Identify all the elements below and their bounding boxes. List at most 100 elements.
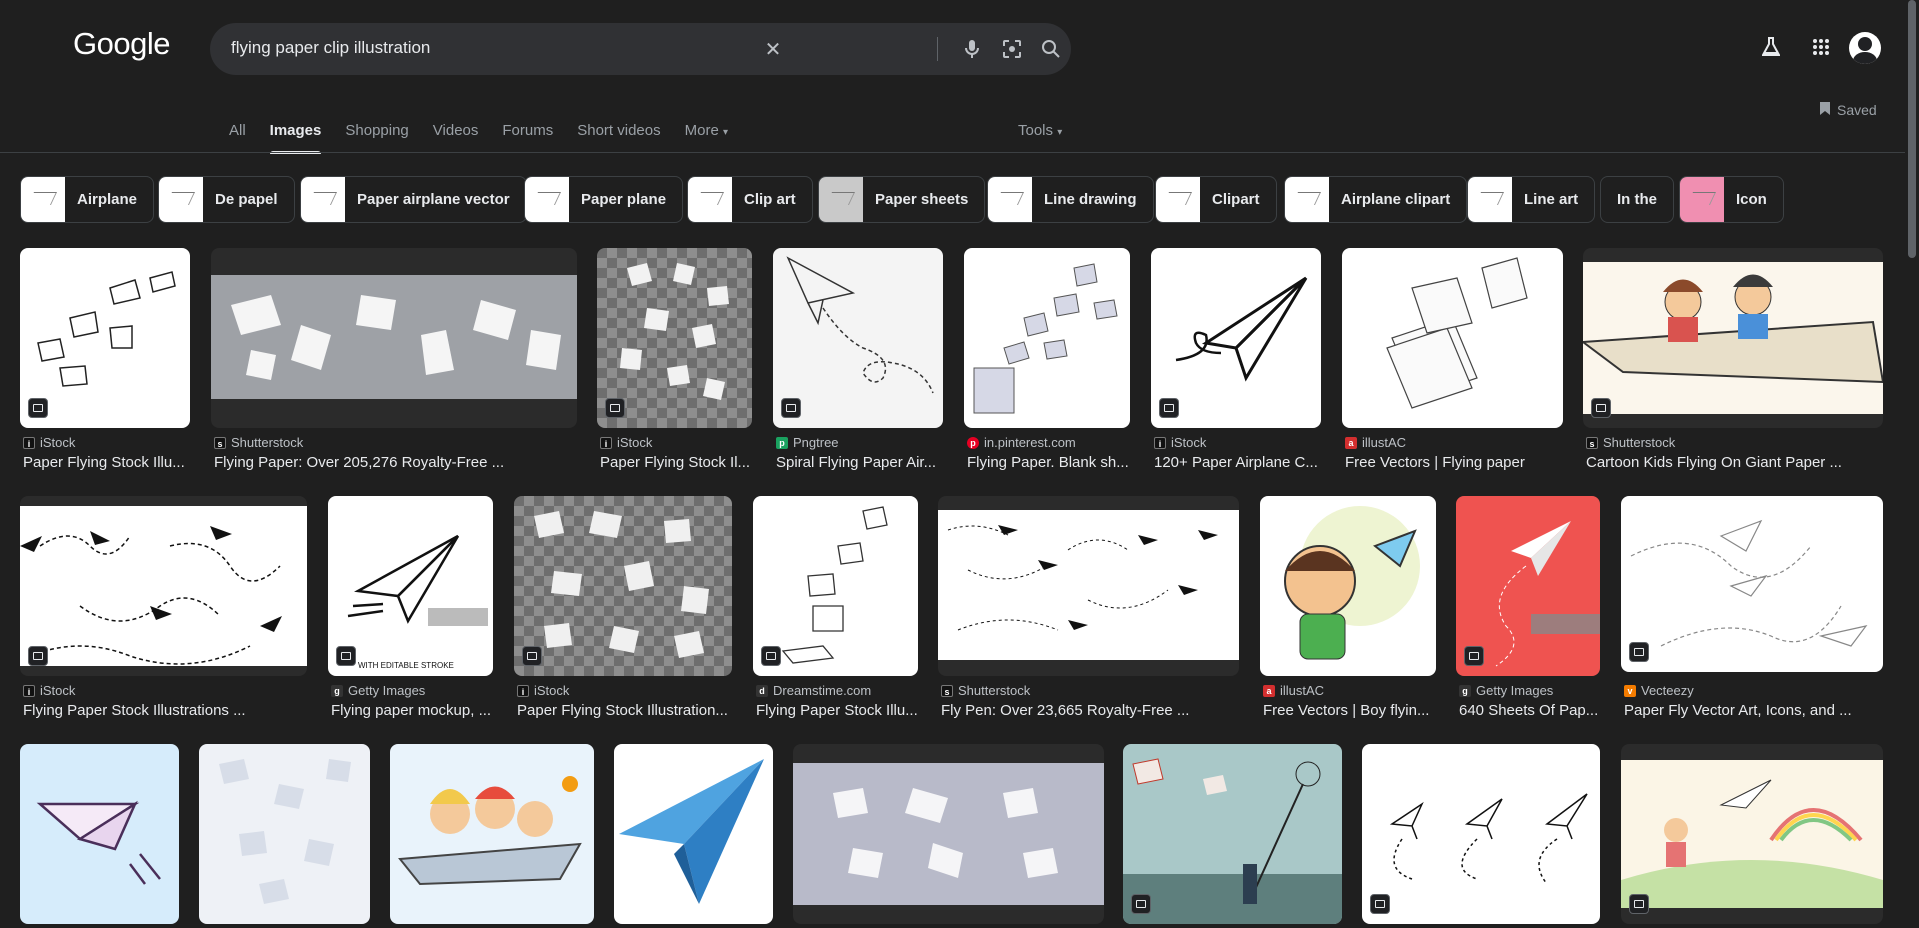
chip-paper-airplane-vector[interactable]: Paper airplane vector <box>300 176 527 223</box>
result-source[interactable]: p Pngtree <box>776 435 839 450</box>
search-input[interactable]: flying paper clip illustration <box>231 38 430 58</box>
shutterstock-favicon-icon: s <box>941 684 953 697</box>
tab-forums[interactable]: Forums <box>502 118 553 154</box>
chip-clip-art[interactable]: Clip art <box>687 176 813 223</box>
result-source[interactable]: p in.pinterest.com <box>967 435 1076 450</box>
chip-clipart[interactable]: Clipart <box>1155 176 1277 223</box>
result-thumbnail[interactable] <box>1621 496 1883 672</box>
google-logo[interactable]: Google <box>73 26 170 62</box>
chip-airplane[interactable]: Airplane <box>20 176 155 223</box>
result-thumbnail[interactable] <box>20 496 307 676</box>
tab-videos[interactable]: Videos <box>433 118 479 154</box>
paper-plane-image <box>36 800 161 885</box>
result-thumbnail[interactable] <box>614 744 773 924</box>
result-thumbnail[interactable] <box>1123 744 1342 924</box>
clear-icon[interactable]: ✕ <box>759 35 787 63</box>
result-source[interactable]: s Shutterstock <box>214 435 303 450</box>
result-thumbnail[interactable] <box>390 744 594 924</box>
result-source[interactable]: i iStock <box>1154 435 1206 450</box>
result-title[interactable]: 640 Sheets Of Pap... <box>1459 702 1603 719</box>
result-source[interactable]: s Shutterstock <box>1586 435 1675 450</box>
lens-icon[interactable] <box>998 35 1026 63</box>
result-source[interactable]: d Dreamstime.com <box>756 683 871 698</box>
tab-images[interactable]: Images <box>269 118 321 154</box>
chip-in-the[interactable]: In the <box>1600 176 1674 223</box>
result-source[interactable]: i iStock <box>600 435 652 450</box>
chip-paper-plane[interactable]: Paper plane <box>524 176 684 223</box>
image-badge-icon <box>761 646 781 666</box>
illustac-favicon-icon: a <box>1263 684 1275 697</box>
result-thumbnail[interactable] <box>1342 248 1563 428</box>
result-title[interactable]: Flying paper mockup, ... <box>331 702 496 719</box>
result-thumbnail[interactable] <box>1151 248 1321 428</box>
result-thumbnail[interactable] <box>1456 496 1600 676</box>
chip-de-papel[interactable]: De papel <box>158 176 295 223</box>
labs-flask-icon[interactable] <box>1758 34 1784 60</box>
result-thumbnail[interactable] <box>938 496 1239 676</box>
result-title[interactable]: Flying Paper. Blank sh... <box>967 454 1133 471</box>
result-title[interactable]: Free Vectors | Flying paper <box>1345 454 1566 471</box>
result-title[interactable]: Spiral Flying Paper Air... <box>776 454 946 471</box>
result-source[interactable]: g Getty Images <box>1459 683 1553 698</box>
result-thumbnail[interactable] <box>964 248 1130 428</box>
pngtree-favicon-icon: p <box>776 436 788 449</box>
result-thumbnail[interactable] <box>211 248 577 428</box>
chip-airplane-clipart[interactable]: Airplane clipart <box>1284 176 1468 223</box>
result-source[interactable]: i iStock <box>517 683 569 698</box>
result-title[interactable]: Paper Fly Vector Art, Icons, and ... <box>1624 702 1886 719</box>
result-title[interactable]: Cartoon Kids Flying On Giant Paper ... <box>1586 454 1886 471</box>
result-title[interactable]: Paper Flying Stock Illustration... <box>517 702 735 719</box>
result-source[interactable]: i iStock <box>23 683 75 698</box>
result-thumbnail[interactable] <box>597 248 752 428</box>
chip-line-drawing[interactable]: Line drawing <box>987 176 1154 223</box>
result-source[interactable]: a illustAC <box>1345 435 1406 450</box>
result-title[interactable]: Flying Paper Stock Illu... <box>756 702 921 719</box>
tab-shopping[interactable]: Shopping <box>345 118 408 154</box>
result-thumbnail[interactable] <box>793 744 1104 924</box>
result-title[interactable]: Paper Flying Stock Il... <box>600 454 755 471</box>
result-source[interactable]: g Getty Images <box>331 683 425 698</box>
mic-icon[interactable] <box>958 35 986 63</box>
result-thumbnail[interactable] <box>1583 248 1883 428</box>
tab-more[interactable]: More ▾ <box>685 118 728 154</box>
result-title[interactable]: Fly Pen: Over 23,665 Royalty-Free ... <box>941 702 1242 719</box>
source-name: Vecteezy <box>1641 683 1694 698</box>
source-name: iStock <box>1171 435 1207 450</box>
tab-short-videos[interactable]: Short videos <box>577 118 660 154</box>
saved-button[interactable]: Saved <box>1819 101 1877 119</box>
result-thumbnail[interactable] <box>1621 744 1883 924</box>
search-icon[interactable] <box>1037 35 1065 63</box>
result-thumbnail[interactable] <box>753 496 918 676</box>
chip-line-art[interactable]: Line art <box>1467 176 1596 223</box>
result-thumbnail[interactable] <box>514 496 732 676</box>
result-title[interactable]: Flying Paper: Over 205,276 Royalty-Free … <box>214 454 580 471</box>
chip-thumbnail <box>301 177 345 222</box>
result-source[interactable]: s Shutterstock <box>941 683 1030 698</box>
result-thumbnail[interactable] <box>199 744 370 924</box>
account-avatar[interactable] <box>1849 32 1881 64</box>
tools-button[interactable]: Tools ▾ <box>1018 122 1062 139</box>
result-thumbnail[interactable]: WITH EDITABLE STROKE <box>328 496 493 676</box>
image-badge-icon <box>1629 642 1649 662</box>
page-scrollbar[interactable] <box>1908 0 1916 258</box>
result-source[interactable]: a illustAC <box>1263 683 1324 698</box>
result-title[interactable]: Paper Flying Stock Illu... <box>23 454 193 471</box>
result-source[interactable]: v Vecteezy <box>1624 683 1694 698</box>
source-name: Getty Images <box>348 683 426 698</box>
result-title[interactable]: Free Vectors | Boy flyin... <box>1263 702 1439 719</box>
shutterstock-favicon-icon: s <box>1586 436 1598 449</box>
result-source[interactable]: i iStock <box>23 435 75 450</box>
result-thumbnail[interactable] <box>20 248 190 428</box>
result-thumbnail[interactable] <box>20 744 179 924</box>
image-badge-icon <box>781 398 801 418</box>
result-thumbnail[interactable] <box>1260 496 1436 676</box>
tab-all[interactable]: All <box>229 118 246 154</box>
result-title[interactable]: Flying Paper Stock Illustrations ... <box>23 702 310 719</box>
chip-icon[interactable]: Icon <box>1679 176 1784 223</box>
result-title[interactable]: 120+ Paper Airplane C... <box>1154 454 1324 471</box>
apps-grid-icon[interactable] <box>1808 34 1834 60</box>
result-thumbnail[interactable] <box>773 248 943 428</box>
result-thumbnail[interactable] <box>1362 744 1600 924</box>
chip-paper-sheets[interactable]: Paper sheets <box>818 176 986 223</box>
search-box[interactable]: flying paper clip illustration ✕ <box>210 23 1071 75</box>
